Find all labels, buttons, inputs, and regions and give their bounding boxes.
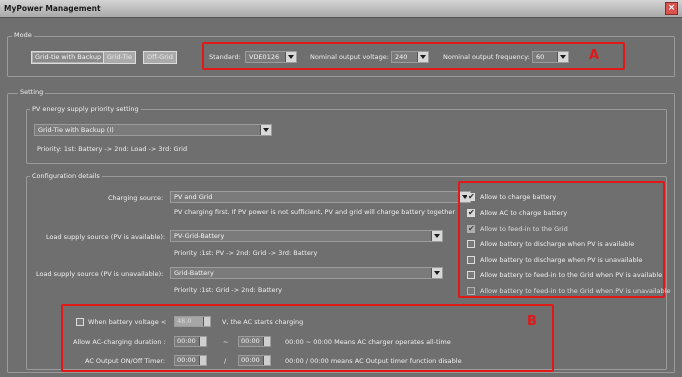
mode-grid-tie-with-backup-button[interactable]: Grid-tie with Backup bbox=[31, 51, 106, 64]
ac-output-start-input[interactable]: 00:00 bbox=[174, 355, 207, 366]
battery-voltage-input[interactable]: 48.0 bbox=[174, 316, 211, 327]
charging-source-label: Charging source: bbox=[108, 194, 164, 202]
load-pv-unavailable-note: Priority :1st: Grid -> 2nd: Battery bbox=[174, 286, 282, 294]
allow-battery-feed-in-pv-available-label: Allow battery to feed-in to the Grid whe… bbox=[480, 271, 663, 279]
pv-priority-value: Grid-Tie with Backup (I) bbox=[38, 126, 114, 134]
load-pv-available-label: Load supply source (PV is available): bbox=[46, 233, 166, 241]
window-title: MyPower Management bbox=[4, 4, 101, 13]
ac-charging-dash: ~ bbox=[223, 338, 229, 346]
annotation-label-b: B bbox=[527, 314, 537, 329]
mode-legend: Mode bbox=[12, 31, 34, 39]
annotation-box-a bbox=[202, 42, 625, 70]
spinner-icon bbox=[199, 337, 206, 346]
ac-charging-end-value: 00:00 bbox=[241, 337, 260, 345]
spinner-icon bbox=[203, 317, 210, 326]
chevron-down-icon bbox=[431, 231, 442, 241]
annotation-label-a: A bbox=[589, 48, 600, 63]
allow-ac-charge-battery-label: Allow AC to charge battery bbox=[480, 209, 568, 217]
chevron-down-icon bbox=[260, 125, 271, 135]
battery-voltage-unit: V, the AC starts charging bbox=[222, 318, 304, 326]
chevron-down-icon bbox=[431, 268, 442, 278]
mode-off-grid-button[interactable]: Off-Grid bbox=[143, 51, 177, 64]
charging-source-note: PV charging first. If PV power is not su… bbox=[174, 208, 456, 216]
battery-voltage-label: When battery voltage < bbox=[88, 318, 167, 326]
pv-priority-text: Priority: 1st: Battery -> 2nd: Load -> 3… bbox=[37, 145, 188, 153]
pv-priority-section bbox=[26, 109, 667, 164]
ac-output-slash: / bbox=[224, 357, 227, 365]
setting-legend: Setting bbox=[18, 88, 46, 96]
load-pv-unavailable-select[interactable]: Grid-Battery bbox=[170, 267, 443, 279]
config-legend: Configuration details bbox=[30, 172, 102, 180]
ac-output-note: 00:00 / 00:00 means AC Output timer func… bbox=[285, 357, 462, 365]
window-title-bar: MyPower Management × bbox=[0, 0, 682, 18]
ac-output-end-value: 00:00 bbox=[241, 356, 260, 364]
allow-ac-charge-battery-checkbox[interactable] bbox=[467, 208, 475, 217]
mode-grid-tie-button[interactable]: Grid-Tie bbox=[103, 51, 136, 64]
load-pv-unavailable-value: Grid-Battery bbox=[174, 269, 214, 277]
ac-charging-start-input[interactable]: 00:00 bbox=[174, 336, 207, 347]
allow-feed-in-grid-checkbox[interactable] bbox=[467, 224, 475, 233]
load-pv-unavailable-label: Load supply source (PV is unavailable): bbox=[36, 270, 164, 278]
spinner-icon bbox=[263, 337, 270, 346]
ac-output-timer-label: AC Output ON/Off Timer: bbox=[85, 357, 166, 365]
pv-priority-legend: PV energy supply priority setting bbox=[30, 105, 141, 113]
ac-output-start-value: 00:00 bbox=[177, 356, 196, 364]
allow-discharge-pv-available-checkbox[interactable] bbox=[467, 240, 475, 248]
allow-battery-feed-in-pv-available-checkbox[interactable] bbox=[467, 271, 475, 279]
allow-charge-battery-checkbox[interactable] bbox=[467, 192, 475, 201]
ac-charging-note: 00:00 ~ 00:00 Means AC charger operates … bbox=[285, 338, 451, 346]
allow-discharge-pv-unavailable-checkbox[interactable] bbox=[467, 256, 475, 264]
spinner-icon bbox=[263, 356, 270, 365]
load-pv-available-value: PV-Grid-Battery bbox=[174, 232, 225, 240]
allow-battery-feed-in-pv-unavailable-label: Allow battery to feed-in to the Grid whe… bbox=[480, 287, 671, 295]
close-icon[interactable]: × bbox=[665, 2, 678, 15]
allow-battery-feed-in-pv-unavailable-checkbox[interactable] bbox=[467, 287, 475, 295]
allow-charge-battery-label: Allow to charge battery bbox=[480, 193, 557, 201]
charging-source-select[interactable]: PV and Grid bbox=[170, 191, 471, 203]
ac-output-end-input[interactable]: 00:00 bbox=[238, 355, 271, 366]
spinner-icon bbox=[199, 356, 206, 365]
battery-voltage-value: 48.0 bbox=[177, 317, 192, 325]
ac-charging-start-value: 00:00 bbox=[177, 337, 196, 345]
allow-discharge-pv-available-label: Allow battery to discharge when PV is av… bbox=[480, 240, 635, 248]
battery-voltage-checkbox[interactable] bbox=[76, 318, 84, 326]
charging-source-value: PV and Grid bbox=[174, 193, 213, 201]
load-pv-available-note: Priority :1st: PV -> 2nd: Grid -> 3rd: B… bbox=[174, 249, 318, 257]
allow-feed-in-grid-label: Allow to feed-in to the Grid bbox=[480, 225, 568, 233]
ac-charging-end-input[interactable]: 00:00 bbox=[238, 336, 271, 347]
allow-discharge-pv-unavailable-label: Allow battery to discharge when PV is un… bbox=[480, 256, 643, 264]
ac-charging-duration-label: Allow AC-charging duration : bbox=[73, 338, 166, 346]
load-pv-available-select[interactable]: PV-Grid-Battery bbox=[170, 230, 443, 242]
pv-priority-select[interactable]: Grid-Tie with Backup (I) bbox=[34, 124, 272, 136]
